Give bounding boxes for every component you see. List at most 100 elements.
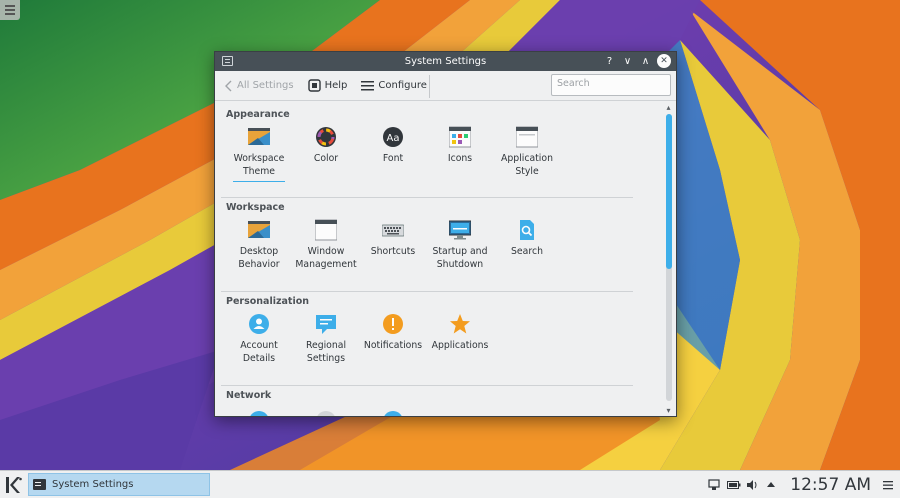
font-icon: Aa [382,126,404,148]
item-regional-settings[interactable]: Regional Settings [293,313,359,365]
item-label-line2: Theme [242,165,276,177]
workspace-theme-icon [248,126,270,148]
item-applications[interactable]: Applications [427,313,493,353]
system-tray: 12:57 AM [708,471,894,498]
item-label-line2: Style [515,165,539,177]
search-input[interactable]: Search [551,74,671,96]
section-personalization: Personalization Account Details Regional S… [221,291,633,364]
item-notifications[interactable]: Notifications [360,313,426,353]
system-settings-icon [33,479,46,490]
device-notifier-icon[interactable] [708,478,720,491]
item-label-line1: Color [313,153,339,164]
chevron-left-icon [225,80,232,91]
digital-clock[interactable]: 12:57 AM [790,475,871,495]
item-search[interactable]: Search [494,219,560,259]
tray-expand-arrow-icon[interactable] [765,479,777,491]
item-label-line1: Shortcuts [370,246,416,257]
maximize-button[interactable]: ∧ [639,54,652,68]
taskbar: System Settings 12:57 AM [0,470,900,498]
back-all-settings-button[interactable]: All Settings [225,75,294,97]
search-icon [516,219,538,241]
scroll-track[interactable] [666,114,672,401]
item-font[interactable]: Aa Font [360,126,426,166]
minimize-button[interactable]: ∨ [621,54,634,68]
section-divider [221,291,633,292]
item-label-line1: Application [501,153,553,164]
window-title: System Settings [404,56,487,67]
help-label: Help [324,80,348,91]
main-toolbar: All Settings Help Configure Search [215,71,676,101]
star-icon [449,313,471,335]
item-network-partial-1[interactable] [226,410,292,416]
network-settings-icon [315,410,337,416]
section-items [221,407,633,416]
item-startup-shutdown[interactable]: Startup and Shutdown [427,219,493,271]
section-items: Account Details Regional Settings Notifica… [221,313,633,383]
item-desktop-behavior[interactable]: Desktop Behavior [226,219,292,271]
section-header: Appearance [226,109,290,120]
help-menu-button[interactable]: Help [307,75,348,97]
item-label-line2: Behavior [238,258,280,270]
application-launcher-button[interactable] [4,475,24,495]
item-label-line1: Regional [305,340,347,351]
settings-content: Appearance Workspace Theme Color Aa Font… [215,102,676,416]
item-label-line1: Workspace [233,153,285,164]
item-label-line1: Window [307,246,345,257]
system-settings-window: System Settings ? ∨ ∧ ✕ All Settings Hel… [214,51,677,417]
window-menu-icon[interactable] [222,56,233,66]
item-workspace-theme[interactable]: Workspace Theme [226,126,292,182]
scroll-down-arrow-icon[interactable]: ▾ [664,406,673,416]
item-network-partial-3[interactable] [360,410,426,416]
item-label-line1: Notifications [363,340,423,351]
window-titlebar[interactable]: System Settings ? ∨ ∧ ✕ [215,52,676,71]
connections-icon [382,410,404,416]
section-workspace: Workspace Desktop Behavior Window Manageme… [221,197,633,270]
regional-settings-icon [315,313,337,335]
task-label: System Settings [52,479,134,490]
help-lifebuoy-icon [307,79,321,92]
item-color[interactable]: Color [293,126,359,166]
section-items: Workspace Theme Color Aa Font Icons Appl… [221,126,633,196]
battery-icon[interactable] [727,479,741,491]
vertical-scrollbar[interactable]: ▴ ▾ [664,102,673,416]
shortcuts-icon [381,219,405,241]
volume-icon[interactable] [746,479,758,491]
back-label: All Settings [237,80,294,91]
item-label-line1: Search [511,246,543,257]
task-system-settings[interactable]: System Settings [28,473,210,496]
item-network-partial-2[interactable] [293,410,359,416]
item-icons[interactable]: Icons [427,126,493,166]
icons-icon [448,126,472,148]
hamburger-menu-icon [361,81,375,91]
svg-text:Aa: Aa [387,133,400,144]
configure-button[interactable]: Configure [361,75,427,97]
item-shortcuts[interactable]: Shortcuts [360,219,426,259]
panel-options-icon[interactable] [882,479,894,491]
item-account-details[interactable]: Account Details [226,313,292,365]
scroll-up-arrow-icon[interactable]: ▴ [664,103,673,113]
startup-shutdown-icon [448,219,472,241]
kde-logo-icon [6,477,22,493]
color-icon [315,126,337,148]
section-header: Workspace [226,202,285,213]
item-label-line2: Details [242,352,276,364]
item-window-management[interactable]: Window Management [293,219,359,271]
item-label-line2: Management [295,258,357,270]
item-label-line1: Icons [447,153,473,164]
item-label-line1: Startup and [432,246,488,257]
section-network: Network [221,385,633,416]
section-items: Desktop Behavior Window Management Shortcu… [221,219,633,289]
item-label-line1: Font [382,153,404,164]
desktop-toolbox-button[interactable] [0,0,20,20]
notifications-icon [382,313,404,335]
help-button[interactable]: ? [603,54,616,68]
scroll-thumb[interactable] [666,114,672,269]
close-button[interactable]: ✕ [657,54,671,68]
window-controls: ? ∨ ∧ ✕ [603,54,671,68]
section-appearance: Appearance Workspace Theme Color Aa Font… [221,104,633,177]
account-details-icon [248,313,270,335]
item-application-style[interactable]: Application Style [494,126,560,178]
item-label-line2: Settings [306,352,346,364]
item-label-line1: Account [240,340,278,351]
section-header: Personalization [226,296,309,307]
